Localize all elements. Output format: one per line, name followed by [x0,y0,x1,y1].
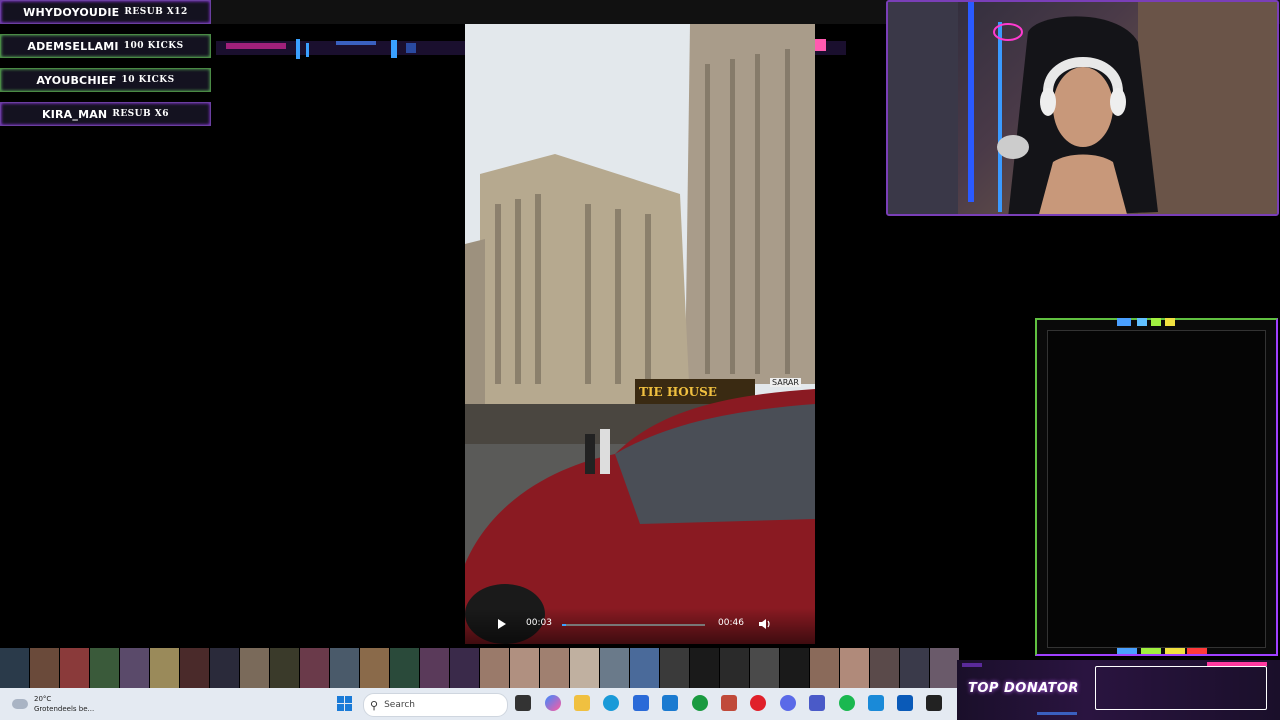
play-icon[interactable] [498,619,506,629]
volume-icon[interactable] [757,617,773,631]
thumbnail[interactable] [480,648,510,688]
alert-item: ADEMSELLAMI 100 KICKS [0,34,211,58]
alert-event: 10 KICKS [121,75,175,85]
thumbnail[interactable] [300,648,330,688]
alert-event: RESUB X6 [112,109,170,119]
thumbnail[interactable] [780,648,810,688]
search-input[interactable] [382,699,497,711]
thumbnail[interactable] [600,648,630,688]
xbox-icon[interactable] [692,695,708,711]
thumbnail[interactable] [60,648,90,688]
top-donator-panel [1035,318,1278,656]
thumbnail[interactable] [150,648,180,688]
alert-item: WHYDOYOUDIE RESUB X12 [0,0,211,24]
current-time: 00:03 [526,618,552,628]
thumbnail[interactable] [750,648,780,688]
thumbnail[interactable] [30,648,60,688]
thumbnail[interactable] [720,648,750,688]
capcut-icon[interactable] [926,695,942,711]
thumbnail[interactable] [360,648,390,688]
duration: 00:46 [718,618,744,628]
top-donator-box [1095,666,1267,710]
thumbnail[interactable] [840,648,870,688]
weather-temperature: 20°C [34,695,52,703]
thumbnail[interactable] [810,648,840,688]
sticky-notes-icon[interactable] [721,695,737,711]
top-donator-banner: TOP DONATOR [957,660,1280,720]
weather-widget[interactable]: 20°C Grotendeels be... [12,694,94,714]
thumbnail[interactable] [0,648,30,688]
cloud-icon [12,699,28,709]
panel-top-accent [1117,318,1175,326]
thumbnail[interactable] [120,648,150,688]
alert-username: ADEMSELLAMI [27,39,119,53]
copilot-icon[interactable] [545,695,561,711]
video-frame [465,24,815,644]
thumbnail[interactable] [240,648,270,688]
thumbnail[interactable] [690,648,720,688]
top-donator-title: TOP DONATOR [968,681,1079,696]
thumbnail[interactable] [330,648,360,688]
spotify-icon[interactable] [839,695,855,711]
storefront-sign-2: SARAR [770,378,801,387]
thumbnail[interactable] [390,648,420,688]
mail-icon[interactable] [662,695,678,711]
thumbnail[interactable] [570,648,600,688]
alert-event: 100 KICKS [123,41,184,51]
alert-event: RESUB X12 [124,7,188,17]
alert-item: KIRA_MAN RESUB X6 [0,102,211,126]
weather-text: 20°C Grotendeels be... [34,694,94,714]
panel-bottom-accent [1117,648,1207,654]
video-player[interactable]: TIE HOUSE SARAR 00:03 00:46 [465,24,815,644]
remote-desktop-icon[interactable] [868,695,884,711]
discord-icon[interactable] [780,695,796,711]
seek-progress [562,624,567,626]
alert-username: AYOUBCHIEF [36,73,117,87]
store-icon[interactable] [633,695,649,711]
seek-bar[interactable] [562,624,705,626]
thumbnail[interactable] [210,648,240,688]
weather-description: Grotendeels be... [34,705,95,713]
edge-icon[interactable] [603,695,619,711]
outlook-icon[interactable] [897,695,913,711]
teams-icon[interactable] [809,695,825,711]
webcam-overlay [886,0,1279,216]
thumbnail[interactable] [930,648,960,688]
video-controls: 00:03 00:46 [465,608,815,644]
storefront-sign: TIE HOUSE [639,385,717,399]
thumbnail[interactable] [660,648,690,688]
start-button[interactable] [337,696,352,711]
thumbnail-filmstrip [0,648,960,688]
thumbnail[interactable] [540,648,570,688]
taskbar-search[interactable]: ⚲ [363,693,508,717]
thumbnail[interactable] [510,648,540,688]
alert-username: WHYDOYOUDIE [23,5,120,19]
task-view-icon[interactable] [515,695,531,711]
thumbnail[interactable] [180,648,210,688]
alert-username: KIRA_MAN [41,107,108,121]
thumbnail[interactable] [420,648,450,688]
alert-item: AYOUBCHIEF 10 KICKS [0,68,211,92]
donator-content-area [1047,330,1266,648]
thumbnail[interactable] [450,648,480,688]
thumbnail[interactable] [900,648,930,688]
thumbnail[interactable] [870,648,900,688]
opera-icon[interactable] [750,695,766,711]
thumbnail[interactable] [630,648,660,688]
search-icon: ⚲ [370,698,379,712]
thumbnail[interactable] [90,648,120,688]
file-explorer-icon[interactable] [574,695,590,711]
webcam-feed [888,2,1277,214]
thumbnail[interactable] [270,648,300,688]
